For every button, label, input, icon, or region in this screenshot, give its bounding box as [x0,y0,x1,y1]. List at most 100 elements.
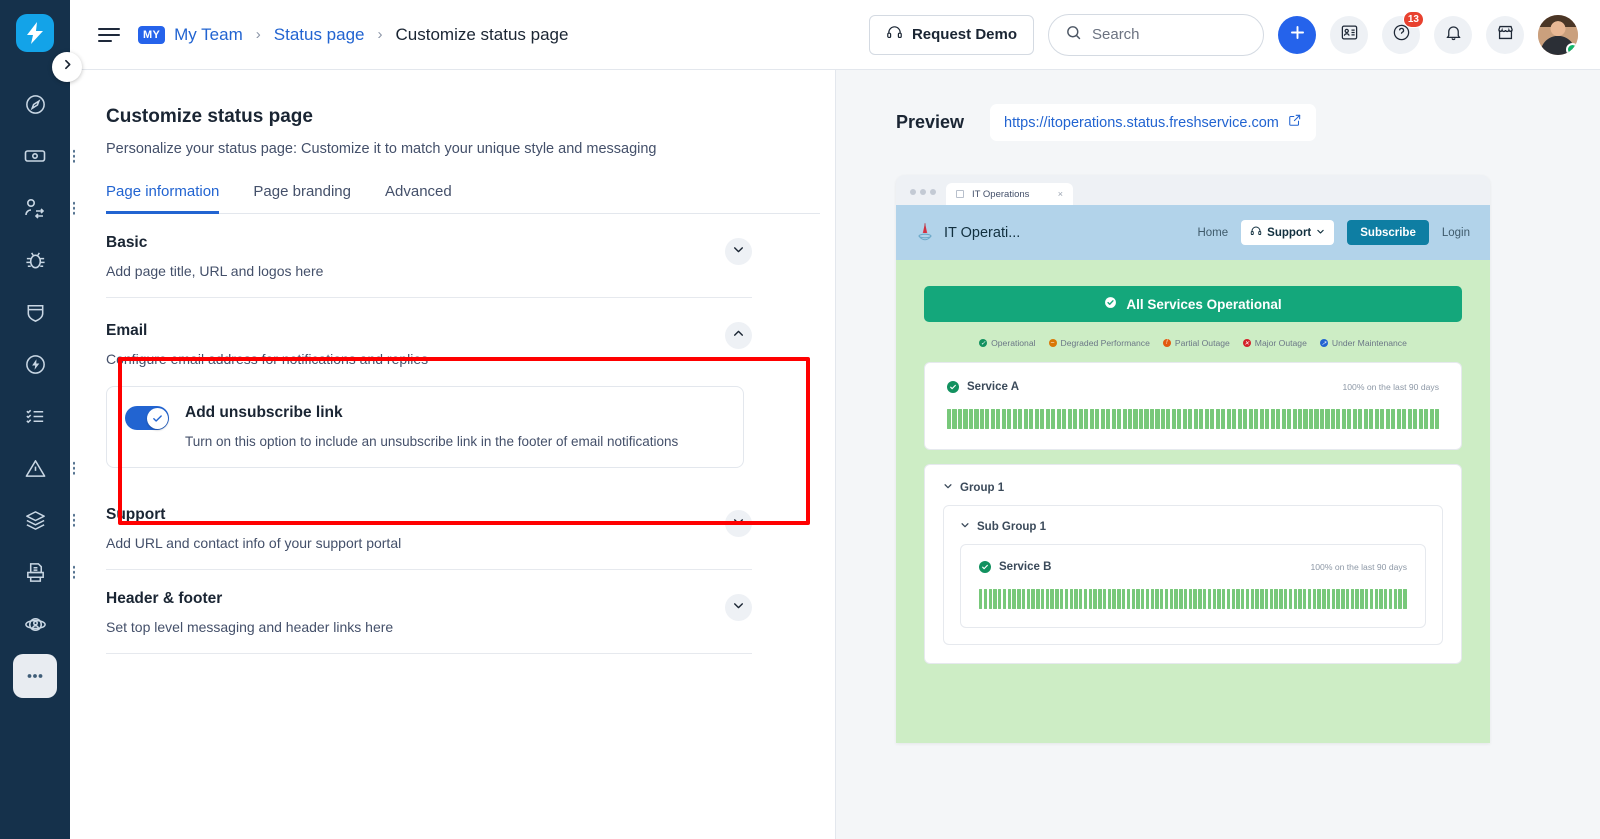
section-desc: Set top level messaging and header links… [106,619,394,635]
sidebar-item-reports[interactable] [13,550,75,594]
plus-icon [1288,23,1307,47]
help-button[interactable]: 13 [1382,10,1424,54]
uptime-bar [1166,409,1171,429]
legend-label: Partial Outage [1174,338,1230,348]
ticket-icon [23,144,47,168]
hamburger-icon[interactable] [98,27,120,42]
uptime-bar [1231,589,1235,609]
contacts-card-button[interactable] [1330,15,1368,54]
flash-circle-icon [24,353,47,376]
uptime-bar [1179,589,1183,609]
search-box[interactable] [1048,13,1264,56]
uptime-bar [1221,409,1226,429]
section-email[interactable]: Email Configure email address for notifi… [106,298,752,486]
shield-icon [24,301,47,324]
uptime-bar [1350,589,1355,609]
status-page-url[interactable]: https://itoperations.status.freshservice… [1004,115,1279,131]
tab-page-information[interactable]: Page information [106,183,220,214]
breadcrumb-team[interactable]: My Team [174,25,243,45]
sidebar-item-assets[interactable] [13,498,75,542]
uptime-bar [1169,589,1173,609]
nav-subscribe-button[interactable]: Subscribe [1347,220,1429,245]
uptime-bar [1365,589,1369,609]
uptime-bar [1403,589,1407,609]
rail-item-menu-dots[interactable] [72,149,75,163]
section-email-toggle[interactable] [725,322,752,349]
marketplace-button[interactable] [1486,15,1524,54]
user-avatar[interactable] [1538,14,1578,55]
rail-item-menu-dots[interactable] [72,565,75,579]
uptime-bar [1017,589,1021,609]
sidebar-item-workspaces[interactable] [13,602,57,646]
notifications-button[interactable] [1434,15,1472,54]
tab-page-branding[interactable]: Page branding [253,183,351,214]
uptime-bar [1226,409,1231,429]
expand-sidebar-button[interactable] [52,52,82,82]
subgroup-1-toggle[interactable]: Sub Group 1 [960,520,1426,533]
preview-title: Preview [896,112,965,132]
uptime-bar [1174,589,1178,609]
section-support-toggle[interactable] [725,510,752,537]
status-page-url-pill[interactable]: https://itoperations.status.freshservice… [990,104,1316,141]
left-nav-rail [0,0,82,839]
section-header-footer-toggle[interactable] [725,594,752,621]
uptime-bar [1021,589,1026,609]
nav-login[interactable]: Login [1442,227,1470,239]
unsubscribe-desc: Turn on this option to include an unsubs… [185,434,679,449]
sidebar-item-dashboard[interactable] [13,82,57,126]
uptime-bar [1245,589,1250,609]
help-badge-count: 13 [1402,10,1424,28]
browser-tab[interactable]: IT Operations × [946,183,1073,205]
sidebar-item-alerts[interactable] [13,446,75,490]
freshservice-bolt-logo[interactable] [16,14,54,52]
rail-item-menu-dots[interactable] [72,461,75,475]
uptime-bar [1279,589,1283,609]
service-card-a: Service A 100% on the last 90 days [924,362,1462,450]
section-support[interactable]: Support Add URL and contact info of your… [106,486,752,570]
close-icon[interactable]: × [1058,189,1063,199]
tab-advanced[interactable]: Advanced [385,183,452,214]
sidebar-item-tickets[interactable] [13,134,75,178]
uptime-bar [1155,409,1160,429]
legend-item-major-outage: ✕ Major Outage [1242,338,1307,348]
sidebar-item-problems[interactable] [13,238,57,282]
app-root: MY My Team › Status page › Customize sta… [0,0,1600,839]
uptime-bar [1303,589,1307,609]
service-uptime: 100% on the last 90 days [1310,562,1407,572]
section-header-footer[interactable]: Header & footer Set top level messaging … [106,570,752,654]
nav-home[interactable]: Home [1197,227,1228,239]
nav-support-dropdown[interactable]: Support [1241,220,1335,245]
uptime-bar [1202,589,1207,609]
rail-item-menu-dots[interactable] [72,513,75,527]
search-input[interactable] [1092,26,1247,43]
uptime-bar [1001,409,1006,429]
sidebar-item-releases[interactable] [13,290,57,334]
uptime-bar [1360,589,1364,609]
nav-support-label: Support [1267,226,1312,239]
add-new-button[interactable] [1278,15,1316,54]
section-basic-toggle[interactable] [725,238,752,265]
uptime-bar [1136,589,1140,609]
sidebar-item-automation[interactable] [13,342,57,386]
section-basic[interactable]: Basic Add page title, URL and logos here [106,214,752,298]
service-card-b: Service B 100% on the last 90 days [960,544,1426,628]
sidebar-item-tasks[interactable] [13,394,57,438]
user-swap-icon [23,196,47,220]
uptime-bar [1144,409,1149,429]
uptime-bar [1098,589,1102,609]
group-1-toggle[interactable]: Group 1 [943,481,1443,494]
breadcrumb-status-page[interactable]: Status page [274,25,365,45]
rail-item-menu-dots[interactable] [72,201,75,215]
uptime-bar [1107,589,1112,609]
uptime-bar [1270,409,1275,429]
uptime-bar [1133,409,1138,429]
request-demo-button[interactable]: Request Demo [868,14,1034,55]
uptime-bar [998,589,1002,609]
unsubscribe-toggle[interactable] [125,406,169,430]
uptime-bar [957,409,963,429]
uptime-bar [1292,409,1297,429]
sidebar-item-more[interactable] [13,654,57,698]
uptime-bar [1352,409,1357,429]
uptime-bar [1326,589,1331,609]
sidebar-item-changes[interactable] [13,186,75,230]
